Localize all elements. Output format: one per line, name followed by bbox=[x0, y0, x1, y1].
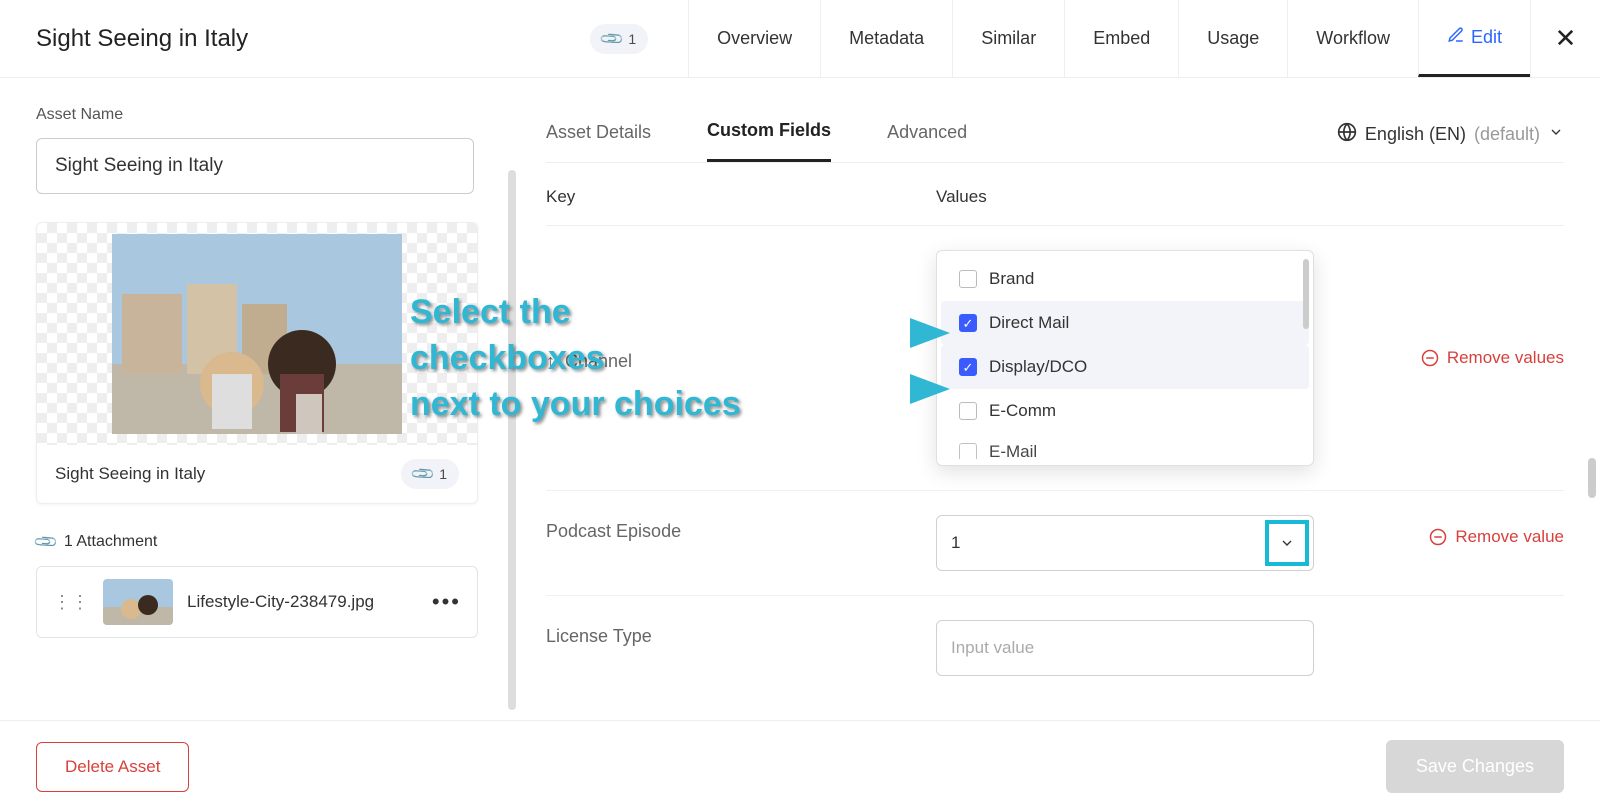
chevron-down-icon bbox=[1279, 535, 1295, 551]
attachment-count: 1 bbox=[628, 31, 636, 47]
option-direct-mail[interactable]: Direct Mail bbox=[941, 301, 1309, 345]
thumbnail-title: Sight Seeing in Italy bbox=[55, 464, 205, 484]
panel-scrollbar[interactable] bbox=[1588, 458, 1596, 498]
language-selector[interactable]: English (EN) (default) bbox=[1337, 122, 1564, 147]
subtab-advanced[interactable]: Advanced bbox=[887, 108, 967, 161]
attachments-header: 📎 1 Attachment bbox=[36, 532, 474, 552]
remove-values-link[interactable]: Remove values bbox=[1421, 348, 1564, 368]
footer: Delete Asset Save Changes bbox=[0, 720, 1600, 812]
tab-bar: Overview Metadata Similar Embed Usage Wo… bbox=[688, 0, 1530, 77]
subtab-custom-fields[interactable]: Custom Fields bbox=[707, 106, 831, 162]
row-license: License Type Input value bbox=[546, 596, 1564, 676]
attachment-count-pill[interactable]: 📎 1 bbox=[590, 24, 648, 54]
tab-edit-label: Edit bbox=[1471, 27, 1502, 48]
row-channel: ↑ Channel Brand Direct Mail Display/DCO bbox=[546, 226, 1564, 491]
tab-metadata[interactable]: Metadata bbox=[820, 0, 952, 77]
podcast-select[interactable]: 1 bbox=[936, 515, 1314, 571]
chevron-down-icon bbox=[1548, 124, 1564, 145]
tab-overview[interactable]: Overview bbox=[688, 0, 820, 77]
language-label: English (EN) bbox=[1365, 124, 1466, 145]
remove-icon bbox=[1429, 528, 1447, 546]
tab-embed[interactable]: Embed bbox=[1064, 0, 1178, 77]
attachment-row[interactable]: ⋮⋮ Lifestyle-City-238479.jpg ••• bbox=[36, 566, 478, 638]
drag-handle-icon[interactable]: ⋮⋮ bbox=[53, 593, 89, 611]
paperclip-icon: 📎 bbox=[598, 24, 626, 52]
more-menu-icon[interactable]: ••• bbox=[432, 589, 461, 615]
thumbnail-image bbox=[112, 234, 402, 434]
option-e-comm[interactable]: E-Comm bbox=[941, 389, 1309, 433]
save-changes-button[interactable]: Save Changes bbox=[1386, 740, 1564, 793]
paperclip-icon: 📎 bbox=[32, 528, 60, 556]
tab-usage[interactable]: Usage bbox=[1178, 0, 1287, 77]
paperclip-icon: 📎 bbox=[409, 460, 437, 488]
close-icon: ✕ bbox=[1555, 23, 1577, 54]
checkbox[interactable] bbox=[959, 314, 977, 332]
option-e-mail[interactable]: E-Mail bbox=[941, 433, 1309, 459]
option-display-dco[interactable]: Display/DCO bbox=[941, 345, 1309, 389]
thumbnail-badge: 📎 1 bbox=[401, 459, 459, 489]
kv-header: Key Values bbox=[546, 163, 1564, 226]
checkbox[interactable] bbox=[959, 402, 977, 420]
channel-dropdown[interactable]: Brand Direct Mail Display/DCO E-Comm E-M… bbox=[936, 250, 1314, 466]
podcast-dropdown-toggle[interactable] bbox=[1265, 520, 1309, 566]
subtab-bar: Asset Details Custom Fields Advanced Eng… bbox=[546, 106, 1564, 163]
language-default: (default) bbox=[1474, 124, 1540, 145]
delete-asset-button[interactable]: Delete Asset bbox=[36, 742, 189, 792]
checkbox[interactable] bbox=[959, 443, 977, 459]
topbar: Sight Seeing in Italy 📎 1 Overview Metad… bbox=[0, 0, 1600, 78]
podcast-value: 1 bbox=[951, 533, 960, 553]
tab-edit[interactable]: Edit bbox=[1418, 0, 1530, 77]
edit-icon bbox=[1447, 26, 1465, 49]
column-key: Key bbox=[546, 187, 936, 207]
remove-icon bbox=[1421, 349, 1439, 367]
tab-workflow[interactable]: Workflow bbox=[1287, 0, 1418, 77]
checkbox[interactable] bbox=[959, 358, 977, 376]
right-panel: Asset Details Custom Fields Advanced Eng… bbox=[510, 78, 1600, 720]
left-panel: Asset Name Sight Seeing in Italy bbox=[0, 78, 510, 720]
dropdown-scrollbar[interactable] bbox=[1303, 259, 1309, 329]
key-podcast: Podcast Episode bbox=[546, 515, 936, 542]
column-values: Values bbox=[936, 187, 1564, 207]
close-button[interactable]: ✕ bbox=[1530, 0, 1600, 77]
attachment-filename: Lifestyle-City-238479.jpg bbox=[187, 592, 418, 612]
subtab-asset-details[interactable]: Asset Details bbox=[546, 108, 651, 161]
asset-name-input[interactable] bbox=[36, 138, 474, 194]
tab-similar[interactable]: Similar bbox=[952, 0, 1064, 77]
row-podcast: Podcast Episode 1 Remove value bbox=[546, 491, 1564, 596]
remove-value-link[interactable]: Remove value bbox=[1429, 527, 1564, 547]
thumbnail-card[interactable]: Sight Seeing in Italy 📎 1 bbox=[36, 222, 478, 504]
page-title: Sight Seeing in Italy bbox=[36, 25, 248, 53]
license-input[interactable]: Input value bbox=[936, 620, 1314, 676]
key-channel: ↑ Channel bbox=[546, 345, 936, 372]
arrow-up-icon: ↑ bbox=[546, 351, 555, 372]
key-license: License Type bbox=[546, 620, 936, 647]
checkbox[interactable] bbox=[959, 270, 977, 288]
option-brand[interactable]: Brand bbox=[941, 257, 1309, 301]
attachment-thumb bbox=[103, 579, 173, 625]
thumbnail-area bbox=[37, 223, 477, 445]
globe-icon bbox=[1337, 122, 1357, 147]
asset-name-label: Asset Name bbox=[36, 106, 474, 124]
